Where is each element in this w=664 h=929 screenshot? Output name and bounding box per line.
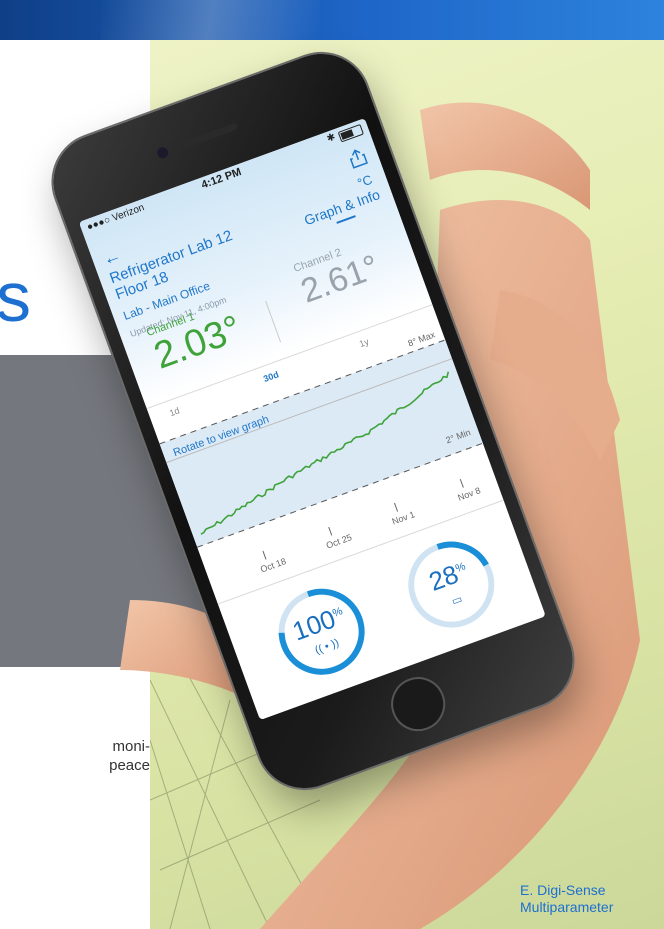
bluetooth-icon: ✱ (325, 131, 338, 145)
banner-stripe (100, 0, 320, 40)
x-tick-label: Oct 25 (324, 532, 354, 551)
front-camera (155, 145, 170, 160)
home-button[interactable] (383, 669, 453, 739)
heading-fragment: s (0, 258, 31, 336)
top-banner (0, 0, 664, 40)
battery-gauge[interactable]: 28% ▭ (390, 523, 513, 646)
x-tick-label: Nov 8 (456, 485, 482, 503)
signal-gauge[interactable]: 100% (( • )) (260, 570, 383, 693)
x-tick-label: Nov 1 (390, 509, 417, 527)
earpiece (179, 122, 239, 150)
range-1d[interactable]: 1d (168, 405, 181, 418)
x-tick-label: Oct 18 (259, 556, 288, 575)
range-30d[interactable]: 30d (262, 369, 280, 384)
range-1y[interactable]: 1y (358, 336, 370, 349)
